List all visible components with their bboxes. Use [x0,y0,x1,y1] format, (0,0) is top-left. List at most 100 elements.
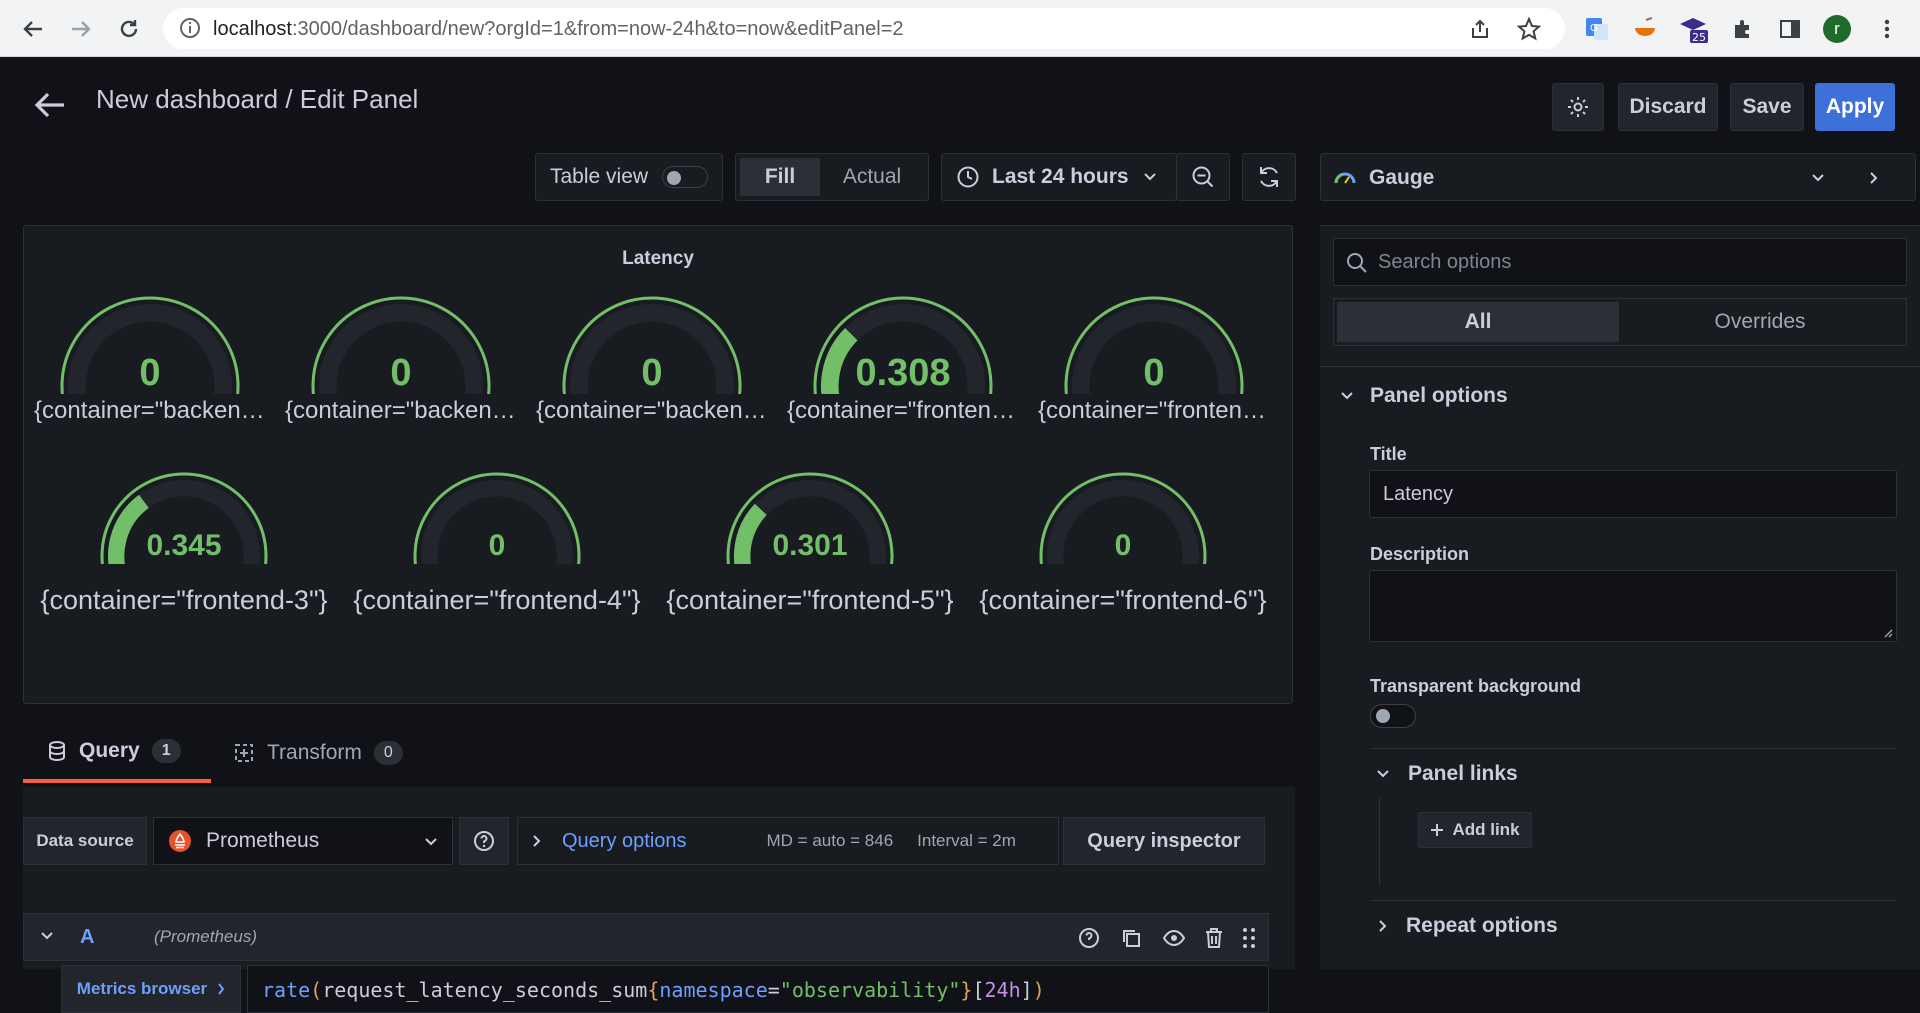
gauge: 0.308 {container="frontend-1"} [787,290,1019,424]
visualization-picker[interactable]: Gauge [1320,153,1916,201]
side-panel-icon[interactable] [1775,14,1805,44]
gauge-label: {container="backend-2"} [285,397,517,424]
query-ref-source: (Prometheus) [154,927,257,946]
gauge-value: 0.345 [146,529,222,562]
add-link-label: Add link [1452,820,1520,839]
data-source-picker[interactable]: Prometheus [153,817,453,865]
expr-metric: request_latency_seconds_sum [322,978,648,1002]
gauge-label: {container="frontend-3"} [40,585,328,615]
profile-avatar[interactable]: r [1822,14,1852,44]
add-link-button[interactable]: Add link [1418,812,1532,848]
tab-transform[interactable]: Transform 0 [233,723,433,783]
prometheus-logo-icon [169,830,191,852]
browser-menu-icon[interactable] [1872,14,1902,44]
chevron-right-icon [218,983,225,995]
metrics-browser-button[interactable]: Metrics browser [61,965,241,1013]
chevron-right-icon [1379,920,1387,932]
gauge: 0.345 {container="frontend-3"} [34,466,334,615]
bookmark-star-icon[interactable] [1516,16,1542,46]
fill-option[interactable]: Fill [740,158,820,196]
query-count-badge: 1 [151,739,181,763]
settings-button[interactable] [1552,83,1604,131]
gauge-label: {container="frontend-5"} [666,585,954,615]
gauge: 0 {container="frontend-4"} [347,466,647,615]
transparent-bg-switch[interactable] [1370,704,1416,728]
query-ref-id[interactable]: A [80,926,94,949]
help-icon[interactable] [1078,927,1100,949]
back-icon[interactable] [16,12,50,46]
search-icon [1347,253,1367,273]
extension-graduation-icon[interactable]: 25 [1678,14,1708,44]
transparent-bg-label: Transparent background [1370,676,1582,696]
gear-icon [1568,97,1588,117]
resize-handle-icon[interactable] [1883,628,1893,638]
gauge-label: {container="frontend-4"} [353,585,641,615]
panel-links-header[interactable]: Panel links [1376,762,1518,786]
reload-icon[interactable] [112,12,146,46]
collapse-chevron-icon[interactable] [40,931,54,941]
data-source-label: Data source [23,817,147,865]
extension-bowl-icon[interactable] [1630,14,1660,44]
gauge: 0 {container="frontend-2"} [1038,290,1270,424]
gauge-viz-icon [1334,172,1356,184]
repeat-options-label: Repeat options [1406,914,1558,937]
options-tabs: All Overrides [1333,298,1907,346]
url-text: localhost:3000/dashboard/new?orgId=1&fro… [213,18,904,40]
panel-title: Latency [622,248,694,269]
share-icon[interactable] [1469,18,1491,45]
address-bar[interactable]: localhost:3000/dashboard/new?orgId=1&fro… [163,8,1565,49]
save-button[interactable]: Save [1730,83,1804,131]
chevron-right-icon[interactable] [1869,171,1879,185]
search-options-input[interactable]: Search options [1333,238,1907,286]
query-editor-area: Data source Prometheus Query options MD … [23,787,1295,1013]
page-title: New dashboard / Edit Panel [96,84,419,114]
panel-options-header[interactable]: Panel options [1340,384,1508,408]
forward-icon[interactable] [64,12,98,46]
actual-option[interactable]: Actual [820,158,924,196]
discard-button[interactable]: Discard [1618,83,1718,131]
drag-handle-icon[interactable] [1242,926,1256,950]
gauge-value: 0 [139,351,161,394]
back-arrow-icon[interactable] [34,91,66,124]
apply-button[interactable]: Apply [1815,83,1895,131]
gauge-label: {container="backend-3"} [536,397,768,424]
section-guide-line [1379,796,1380,886]
gauge-value: 0 [641,351,663,394]
query-options-bar[interactable]: Query options MD = auto = 846 Interval =… [517,817,1059,865]
browser-chrome: localhost:3000/dashboard/new?orgId=1&fro… [0,0,1920,57]
time-range-picker[interactable]: Last 24 hours [941,153,1177,201]
visualization-name: Gauge [1369,166,1435,189]
plus-icon [1431,824,1444,836]
data-source-help-button[interactable] [459,817,509,865]
repeat-options-header[interactable]: Repeat options [1378,914,1558,938]
tab-overrides[interactable]: Overrides [1619,302,1901,342]
expr-function: rate [262,978,311,1002]
chevron-right-icon [533,835,541,847]
site-info-icon[interactable] [179,17,201,44]
gauge-value: 0.301 [772,529,848,562]
refresh-button[interactable] [1242,153,1296,201]
title-label: Title [1370,444,1407,464]
description-label: Description [1370,544,1470,564]
gauge-value: 0 [390,351,412,394]
metrics-browser-label: Metrics browser [76,979,208,998]
promql-query-input[interactable]: rate(request_latency_seconds_sum{namespa… [247,965,1269,1013]
zoom-out-button[interactable] [1176,153,1230,201]
duplicate-icon[interactable] [1120,927,1142,949]
divider [1370,748,1896,749]
eye-icon[interactable] [1162,928,1186,948]
gauge-label: {container="frontend-2"} [1038,397,1270,424]
chevron-down-icon [1341,392,1353,400]
tab-all[interactable]: All [1337,302,1619,342]
query-inspector-button[interactable]: Query inspector [1063,817,1265,865]
trash-icon[interactable] [1204,927,1224,949]
tab-query[interactable]: Query 1 [23,723,211,783]
extensions-puzzle-icon[interactable] [1728,14,1758,44]
table-view-toggle[interactable]: Table view [535,153,723,201]
translate-extension-icon[interactable]: G [1582,14,1612,44]
transform-count-badge: 0 [373,741,403,765]
title-input[interactable]: Latency [1369,470,1897,518]
table-view-switch[interactable] [662,166,709,188]
description-textarea[interactable] [1369,570,1897,642]
transform-icon [235,744,253,762]
